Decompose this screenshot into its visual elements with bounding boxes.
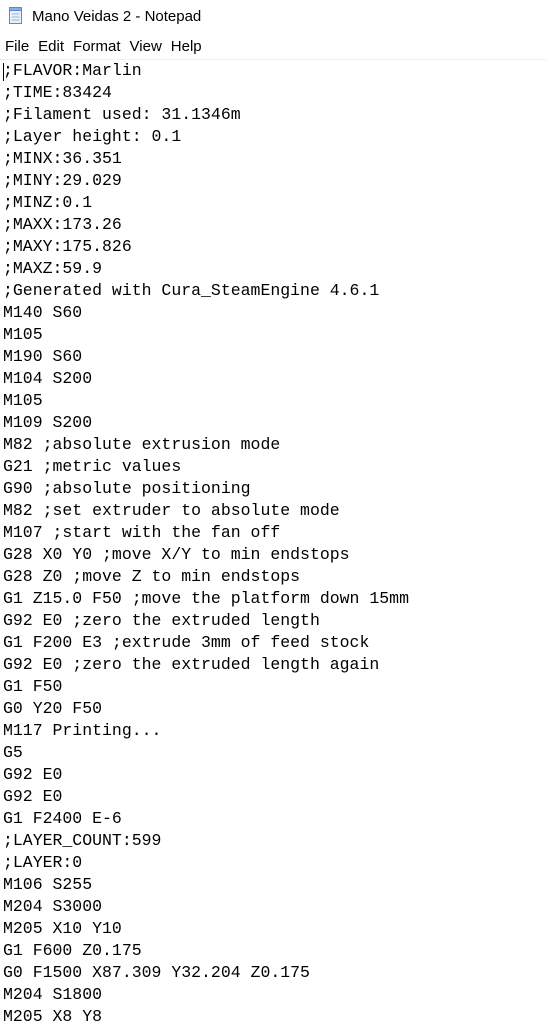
- menu-bar: File Edit Format View Help: [0, 36, 547, 58]
- text-line[interactable]: G92 E0 ;zero the extruded length: [3, 610, 409, 632]
- text-line[interactable]: M205 X8 Y8: [3, 1006, 409, 1023]
- text-line[interactable]: G21 ;metric values: [3, 456, 409, 478]
- text-line[interactable]: G92 E0: [3, 786, 409, 808]
- window-title: Mano Veidas 2 - Notepad: [32, 8, 202, 25]
- text-line[interactable]: G1 F2400 E-6: [3, 808, 409, 830]
- menu-format[interactable]: Format: [69, 36, 125, 58]
- text-line[interactable]: ;TIME:83424: [3, 82, 409, 104]
- text-line[interactable]: G1 F200 E3 ;extrude 3mm of feed stock: [3, 632, 409, 654]
- text-line[interactable]: M82 ;set extruder to absolute mode: [3, 500, 409, 522]
- text-line[interactable]: M105: [3, 390, 409, 412]
- text-line[interactable]: G28 Z0 ;move Z to min endstops: [3, 566, 409, 588]
- text-line[interactable]: ;MINX:36.351: [3, 148, 409, 170]
- text-line[interactable]: G0 F1500 X87.309 Y32.204 Z0.175: [3, 962, 409, 984]
- text-line[interactable]: G5: [3, 742, 409, 764]
- editor-lines: ;FLAVOR:Marlin ;TIME:83424 ;Filament used:…: [3, 60, 409, 1023]
- menu-view[interactable]: View: [126, 36, 166, 58]
- text-line[interactable]: ;MAXX:173.26: [3, 214, 409, 236]
- text-line[interactable]: M107 ;start with the fan off: [3, 522, 409, 544]
- text-line[interactable]: M106 S255: [3, 874, 409, 896]
- text-line[interactable]: ;LAYER:0: [3, 852, 409, 874]
- text-line[interactable]: M140 S60: [3, 302, 409, 324]
- text-line[interactable]: G92 E0: [3, 764, 409, 786]
- text-line[interactable]: M190 S60: [3, 346, 409, 368]
- text-line[interactable]: M105: [3, 324, 409, 346]
- text-line[interactable]: G1 F600 Z0.175: [3, 940, 409, 962]
- text-line[interactable]: ;Filament used: 31.1346m: [3, 104, 409, 126]
- text-line[interactable]: G0 Y20 F50: [3, 698, 409, 720]
- text-line[interactable]: G92 E0 ;zero the extruded length again: [3, 654, 409, 676]
- menu-file[interactable]: File: [1, 36, 33, 58]
- notepad-icon: [9, 7, 22, 24]
- text-line[interactable]: G90 ;absolute positioning: [3, 478, 409, 500]
- text-line[interactable]: ;LAYER_COUNT:599: [3, 830, 409, 852]
- text-line[interactable]: G1 Z15.0 F50 ;move the platform down 15m…: [3, 588, 409, 610]
- text-line[interactable]: M82 ;absolute extrusion mode: [3, 434, 409, 456]
- text-line[interactable]: M117 Printing...: [3, 720, 409, 742]
- text-line[interactable]: ;Generated with Cura_SteamEngine 4.6.1: [3, 280, 409, 302]
- title-bar[interactable]: Mano Veidas 2 - Notepad: [0, 0, 547, 34]
- text-line[interactable]: ;FLAVOR:Marlin: [3, 60, 409, 82]
- text-editor[interactable]: ;FLAVOR:Marlin ;TIME:83424 ;Filament used:…: [0, 60, 547, 1023]
- text-line[interactable]: ;MAXZ:59.9: [3, 258, 409, 280]
- text-line[interactable]: G1 F50: [3, 676, 409, 698]
- text-line[interactable]: G28 X0 Y0 ;move X/Y to min endstops: [3, 544, 409, 566]
- menu-help[interactable]: Help: [167, 36, 206, 58]
- text-line[interactable]: ;MINY:29.029: [3, 170, 409, 192]
- notepad-window: Mano Veidas 2 - Notepad File Edit Format…: [0, 0, 547, 1023]
- text-line[interactable]: M205 X10 Y10: [3, 918, 409, 940]
- text-line[interactable]: ;MAXY:175.826: [3, 236, 409, 258]
- text-line[interactable]: M109 S200: [3, 412, 409, 434]
- text-line[interactable]: M204 S1800: [3, 984, 409, 1006]
- text-line[interactable]: M204 S3000: [3, 896, 409, 918]
- text-line[interactable]: M104 S200: [3, 368, 409, 390]
- text-line[interactable]: ;MINZ:0.1: [3, 192, 409, 214]
- text-line[interactable]: ;Layer height: 0.1: [3, 126, 409, 148]
- menu-edit[interactable]: Edit: [34, 36, 68, 58]
